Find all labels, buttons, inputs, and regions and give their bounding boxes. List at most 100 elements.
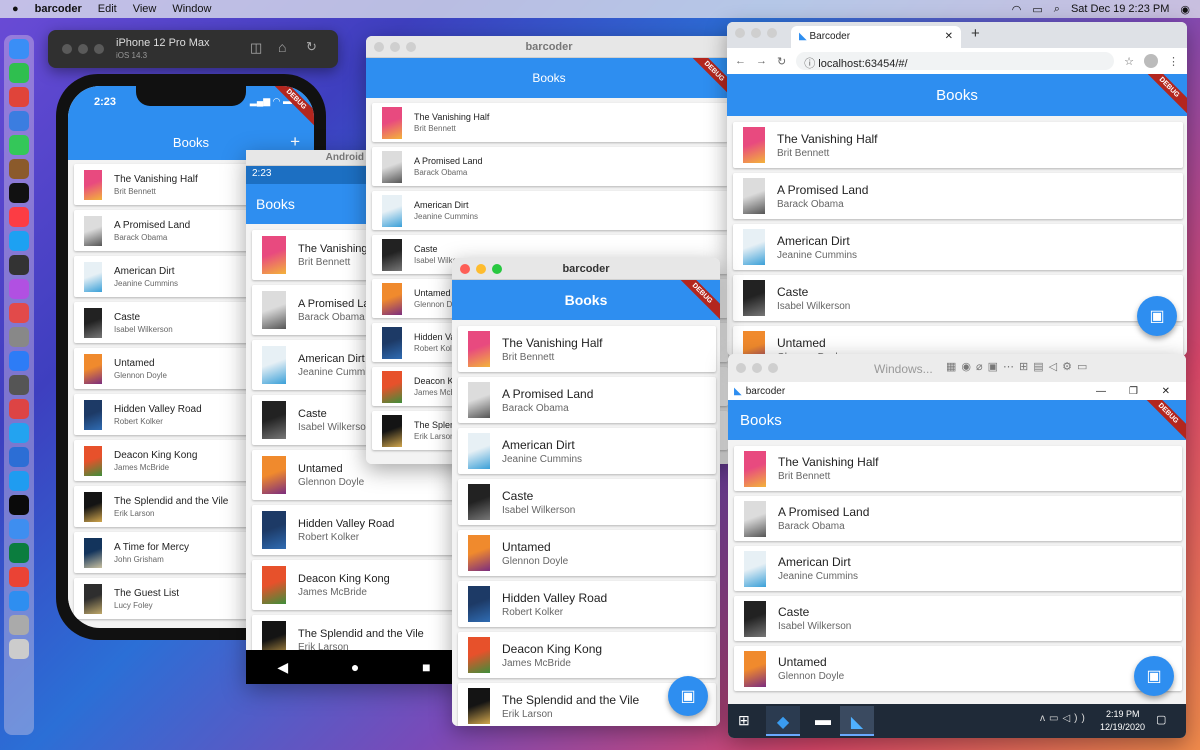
book-card[interactable]: UntamedGlennon Doyle (734, 646, 1182, 691)
maximize-icon[interactable]: ❐ (1129, 386, 1138, 397)
windows-start-icon[interactable]: ⊞ (738, 712, 750, 729)
system-tray-icons[interactable]: ʌ▭◁)) (1040, 713, 1089, 724)
book-card[interactable]: A Promised Land Barack Obama (458, 377, 716, 423)
home-icon[interactable]: ● (351, 659, 359, 675)
book-card[interactable]: UntamedGlennon Doyle (458, 530, 716, 576)
menu-clock[interactable]: Sat Dec 19 2:23 PM (1071, 3, 1169, 15)
info-icon[interactable]: ⓘ (804, 58, 815, 70)
book-card[interactable]: The Vanishing Half Brit Bennett (458, 326, 716, 372)
book-card[interactable]: A Promised Land Barack Obama (734, 496, 1182, 541)
book-card[interactable]: The Vanishing Half Brit Bennett (734, 446, 1182, 491)
chrome-tab[interactable]: ◣ Barcoder ✕ (791, 26, 961, 48)
scan-barcode-button[interactable]: ▣ (1137, 296, 1177, 336)
new-tab-button[interactable]: + (971, 25, 980, 42)
dock-app-icon[interactable] (9, 255, 29, 275)
dock-app-icon[interactable] (9, 567, 29, 587)
dock-app-icon[interactable] (9, 615, 29, 635)
book-card[interactable]: American Dirt Jeanine Cummins (372, 191, 728, 230)
dock-app-icon[interactable] (9, 495, 29, 515)
menu-edit[interactable]: Edit (98, 3, 117, 15)
windows-book-list[interactable]: The Vanishing Half Brit Bennett A Promised… (728, 440, 1186, 704)
window-controls[interactable] (735, 28, 777, 38)
taskbar-date[interactable]: 12/19/2020 (1100, 722, 1145, 732)
minimize-icon[interactable]: — (1096, 386, 1106, 397)
bookmark-star-icon[interactable]: ☆ (1124, 55, 1134, 68)
dock-app-icon[interactable] (9, 591, 29, 611)
window-controls[interactable] (62, 44, 104, 54)
menu-app-name[interactable]: barcoder (35, 3, 82, 15)
book-card[interactable]: American Dirt Jeanine Cummins (733, 224, 1183, 270)
dock-app-icon[interactable] (9, 375, 29, 395)
flutter-taskbar-icon[interactable]: ◣ (840, 706, 874, 736)
dock-app-icon[interactable] (9, 111, 29, 131)
recents-icon[interactable]: ■ (422, 659, 430, 675)
menu-window[interactable]: Window (172, 3, 211, 15)
book-card[interactable]: American Dirt Jeanine Cummins (734, 546, 1182, 591)
add-book-button[interactable]: + (290, 132, 300, 152)
book-card[interactable]: Deacon King KongJames McBride (252, 560, 458, 610)
dock-app-icon[interactable] (9, 135, 29, 155)
scan-barcode-button[interactable]: ▣ (668, 676, 708, 716)
close-icon[interactable]: ✕ (1162, 386, 1170, 397)
search-icon[interactable]: ⌕ (1054, 3, 1060, 16)
home-icon[interactable]: ⌂ (278, 39, 286, 55)
dock-app-icon[interactable] (9, 39, 29, 59)
notification-icon[interactable]: ▢ (1156, 713, 1166, 726)
book-card[interactable]: The Splendid and the VileErik Larson (252, 615, 458, 650)
web-book-list[interactable]: The Vanishing Half Brit Bennett A Promised… (727, 116, 1187, 356)
scan-barcode-button[interactable]: ▣ (1134, 656, 1174, 696)
dock-app-icon[interactable] (9, 399, 29, 419)
reload-icon[interactable]: ↻ (777, 55, 786, 68)
dock-app-icon[interactable] (9, 63, 29, 83)
dock-app-icon[interactable] (9, 519, 29, 539)
book-card[interactable]: The Vanishing Half Brit Bennett (733, 122, 1183, 168)
vscode-taskbar-icon[interactable]: ◆ (766, 706, 800, 736)
book-card[interactable]: Hidden Valley RoadRobert Kolker (252, 505, 458, 555)
menu-view[interactable]: View (133, 3, 157, 15)
book-card[interactable]: Caste Isabel Wilkerson (734, 596, 1182, 641)
dock-app-icon[interactable] (9, 543, 29, 563)
book-card[interactable]: Caste Isabel Wilkerson (733, 275, 1183, 321)
dock-app-icon[interactable] (9, 279, 29, 299)
minimize-window-button[interactable] (476, 264, 486, 274)
back-icon[interactable]: ◀ (277, 659, 288, 676)
screenshot-icon[interactable]: ◫ (250, 40, 262, 56)
window-controls[interactable] (460, 264, 502, 274)
book-card[interactable]: American Dirt Jeanine Cummins (458, 428, 716, 474)
forward-icon[interactable]: → (756, 55, 767, 67)
book-card[interactable]: UntamedGlennon Doyle (733, 326, 1183, 356)
dock-app-icon[interactable] (9, 447, 29, 467)
wifi-icon[interactable]: ◠ (1012, 3, 1022, 16)
siri-icon[interactable]: ◉ (1180, 3, 1190, 16)
window-controls[interactable] (736, 363, 778, 373)
book-card[interactable]: A Promised Land Barack Obama (733, 173, 1183, 219)
book-card[interactable]: Caste Isabel Wilkerson (458, 479, 716, 525)
dock-app-icon[interactable] (9, 231, 29, 251)
chrome-menu-icon[interactable]: ⋮ (1168, 55, 1179, 68)
taskbar-time[interactable]: 2:19 PM (1106, 709, 1140, 719)
book-card[interactable]: Deacon King KongJames McBride (458, 632, 716, 678)
dock-app-icon[interactable] (9, 639, 29, 659)
dock-app-icon[interactable] (9, 351, 29, 371)
mac2-book-list[interactable]: The Vanishing Half Brit Bennett A Promised… (452, 320, 720, 726)
vm-toolbar-icons[interactable]: ▦◉⌀▣⋯⊞▤◁⚙▭ (946, 360, 1092, 373)
apple-icon[interactable]: ● (12, 3, 19, 15)
close-window-button[interactable] (460, 264, 470, 274)
dock-app-icon[interactable] (9, 303, 29, 323)
dock-app-icon[interactable] (9, 159, 29, 179)
close-tab-icon[interactable]: ✕ (945, 31, 953, 42)
zoom-window-button[interactable] (492, 264, 502, 274)
window-controls[interactable] (374, 42, 416, 52)
dock-app-icon[interactable] (9, 87, 29, 107)
dock-app-icon[interactable] (9, 207, 29, 227)
book-card[interactable]: A Promised Land Barack Obama (372, 147, 728, 186)
dock-app-icon[interactable] (9, 183, 29, 203)
dock-app-icon[interactable] (9, 423, 29, 443)
control-center-icon[interactable]: ▭ (1032, 3, 1042, 16)
dock-app-icon[interactable] (9, 471, 29, 491)
profile-icon[interactable] (1144, 54, 1158, 68)
terminal-taskbar-icon[interactable]: ▬ (806, 706, 840, 736)
dock-app-icon[interactable] (9, 327, 29, 347)
back-icon[interactable]: ← (735, 55, 746, 67)
address-bar[interactable]: ⓘ localhost:63454/#/ (796, 52, 1115, 70)
